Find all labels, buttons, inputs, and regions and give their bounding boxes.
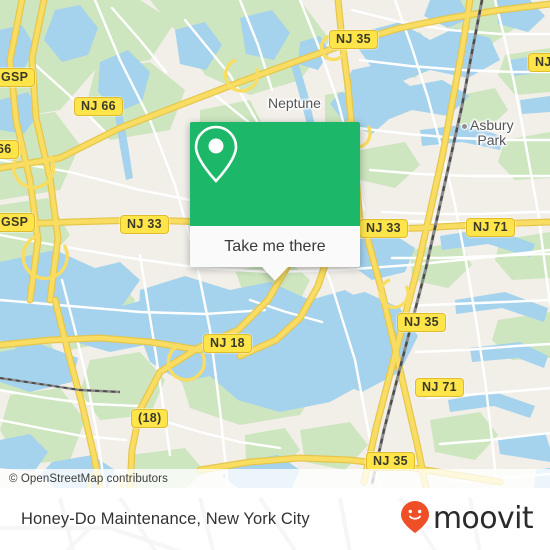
moovit-logo[interactable]: moovit — [400, 500, 534, 539]
popup-action-button[interactable]: Take me there — [190, 226, 360, 267]
osm-attribution-text: © OpenStreetMap contributors — [9, 472, 168, 485]
moovit-wordmark: moovit — [432, 501, 534, 536]
road-shield-nj35-mid[interactable]: NJ 35 — [397, 313, 446, 332]
road-shield-nj33-east[interactable]: NJ 33 — [359, 219, 408, 238]
map-canvas[interactable]: Neptune Asbury Park GSP NJ 66 66 GSP NJ … — [0, 0, 550, 488]
location-popup[interactable]: Take me there — [190, 122, 360, 281]
road-shield-nj33-west[interactable]: NJ 33 — [120, 215, 169, 234]
footer-bar: Honey-Do Maintenance, New York City moov… — [0, 488, 550, 550]
road-shield-18[interactable]: (18) — [131, 409, 169, 428]
road-shield-nj18[interactable]: NJ 18 — [203, 334, 252, 353]
footer-title: Honey-Do Maintenance, New York City — [21, 509, 310, 528]
popup-header — [190, 122, 360, 226]
road-shield-nj71-mid[interactable]: NJ 71 — [466, 218, 515, 237]
road-shield-nj71-south[interactable]: NJ 71 — [415, 378, 464, 397]
popup-tail — [262, 267, 288, 281]
map-screenshot: Neptune Asbury Park GSP NJ 66 66 GSP NJ … — [0, 0, 550, 550]
road-shield-gsp-south[interactable]: GSP — [0, 213, 36, 232]
road-shield-gsp-north[interactable]: GSP — [0, 68, 36, 87]
osm-attribution[interactable]: © OpenStreetMap contributors — [0, 469, 550, 488]
road-shield-nj71-north[interactable]: NJ 71 — [528, 53, 550, 72]
city-marker-asbury-park — [461, 123, 468, 130]
road-shield-nj66[interactable]: NJ 66 — [74, 97, 123, 116]
road-shield-66[interactable]: 66 — [0, 140, 19, 159]
popup-action-label: Take me there — [224, 237, 326, 255]
moovit-pin-icon — [400, 500, 430, 539]
road-shield-nj35-north[interactable]: NJ 35 — [329, 30, 378, 49]
